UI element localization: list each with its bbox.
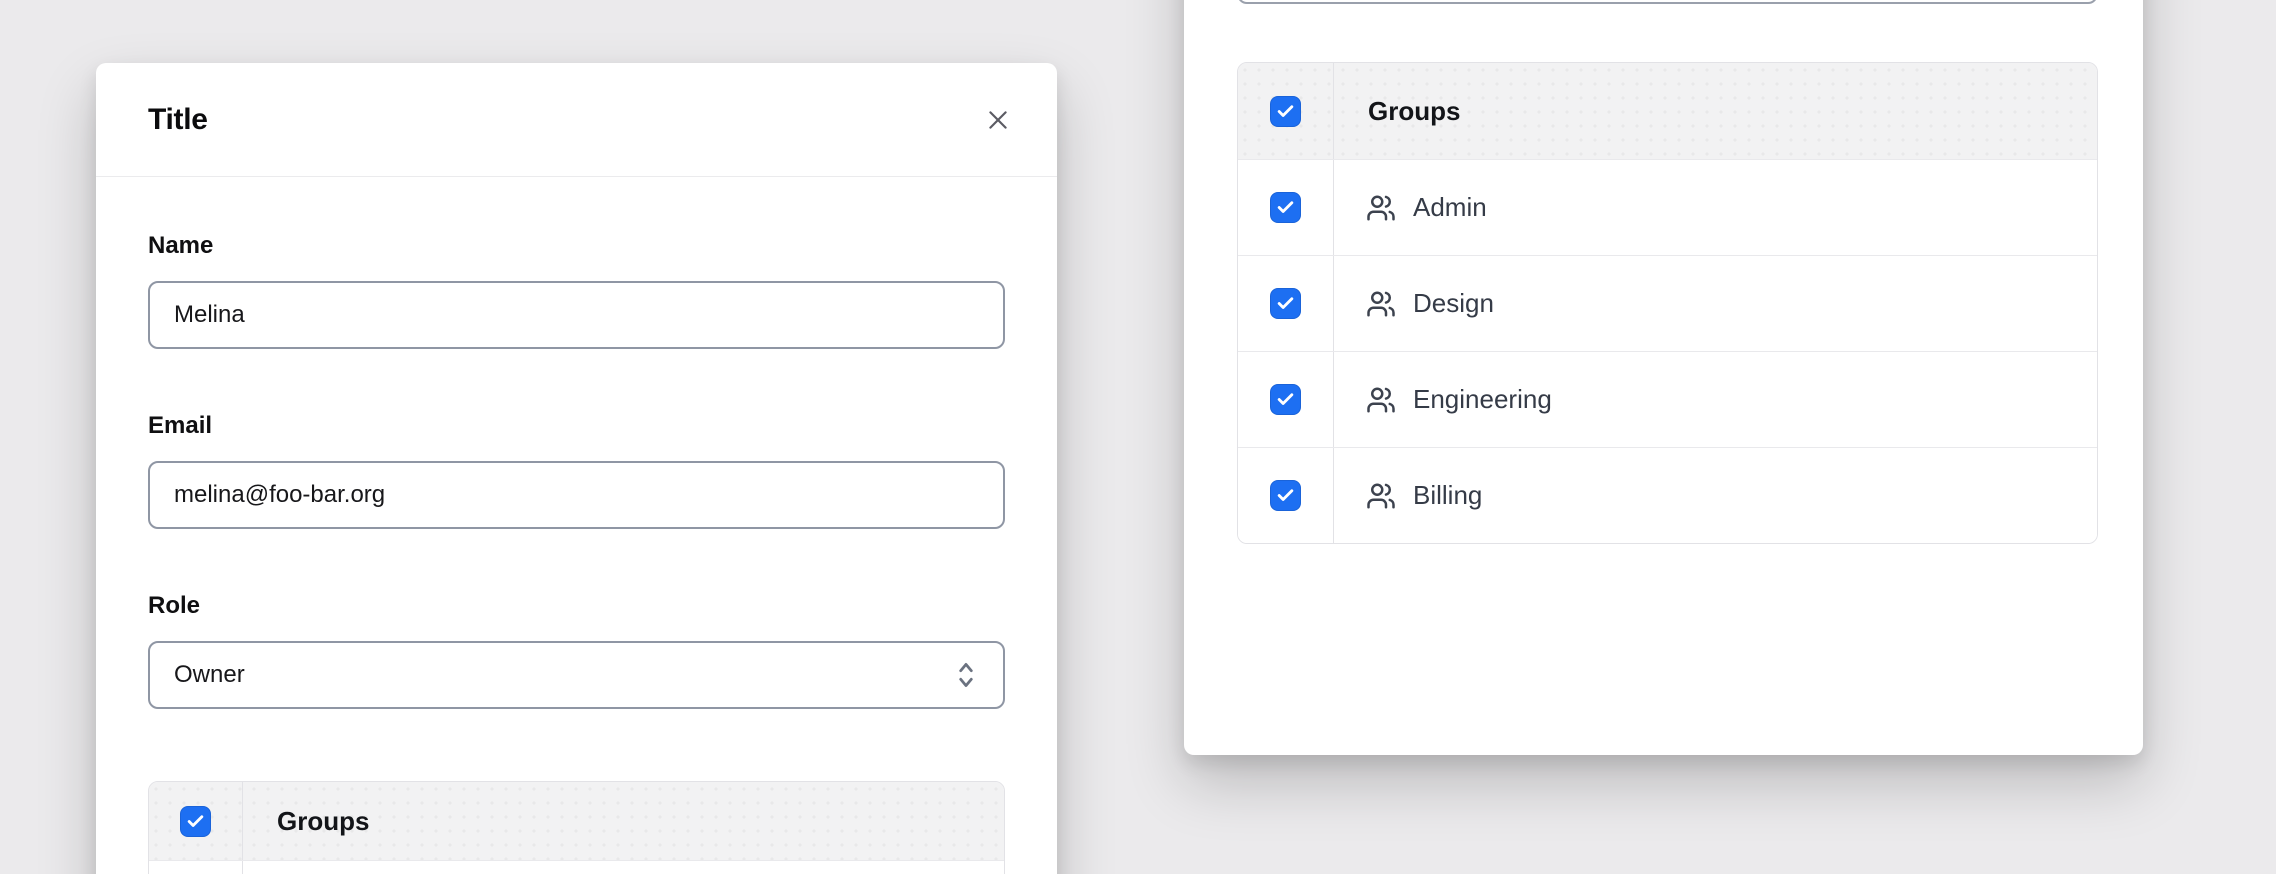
groups-header-cell: Groups xyxy=(1334,63,2097,159)
group-name: Design xyxy=(1413,288,1494,319)
select-all-cell xyxy=(149,782,243,860)
group-name: Billing xyxy=(1413,480,1482,511)
groups-panel-dialog: Groups xyxy=(1184,0,2143,755)
dialog-header: Title xyxy=(96,63,1057,177)
check-icon xyxy=(1276,294,1295,313)
table-row xyxy=(149,860,1004,874)
name-label: Name xyxy=(148,231,1005,261)
group-name: Admin xyxy=(1413,192,1487,223)
dialog-body: Name Email Role Owner xyxy=(96,177,1057,874)
groups-table-header: Groups xyxy=(1238,63,2097,159)
groups-column-header: Groups xyxy=(277,806,369,837)
close-button[interactable] xyxy=(981,103,1015,137)
group-checkbox[interactable] xyxy=(1270,480,1301,511)
role-field-group: Role Owner xyxy=(148,591,1005,709)
users-icon xyxy=(1366,481,1396,511)
select-all-checkbox[interactable] xyxy=(1270,96,1301,127)
users-icon xyxy=(1366,385,1396,415)
group-name: Engineering xyxy=(1413,384,1552,415)
select-all-cell xyxy=(1238,63,1334,159)
check-icon xyxy=(1276,390,1295,409)
chevrons-up-down-icon xyxy=(953,658,979,692)
dialog-title: Title xyxy=(148,103,208,137)
role-select-value: Owner xyxy=(174,661,245,689)
groups-column-header: Groups xyxy=(1368,96,1460,127)
group-row-engineering: Engineering xyxy=(1238,351,2097,447)
group-row-design: Design xyxy=(1238,255,2097,351)
email-field-group: Email xyxy=(148,411,1005,529)
check-icon xyxy=(186,812,205,831)
role-select-partial[interactable] xyxy=(1237,0,2098,4)
edit-user-dialog: Title Name Email Role Owner xyxy=(96,63,1057,874)
group-row-admin: Admin xyxy=(1238,159,2097,255)
group-row-billing: Billing xyxy=(1238,447,2097,543)
select-all-checkbox[interactable] xyxy=(180,806,211,837)
users-icon xyxy=(1366,289,1396,319)
groups-table-large: Groups xyxy=(1237,62,2098,544)
groups-table: Groups xyxy=(148,781,1005,874)
role-select[interactable]: Owner xyxy=(148,641,1005,709)
users-icon xyxy=(1366,193,1396,223)
role-label: Role xyxy=(148,591,1005,621)
name-input[interactable] xyxy=(148,281,1005,349)
email-label: Email xyxy=(148,411,1005,441)
groups-table-header: Groups xyxy=(149,782,1004,860)
groups-header-cell: Groups xyxy=(243,782,1004,860)
group-checkbox[interactable] xyxy=(1270,384,1301,415)
check-icon xyxy=(1276,486,1295,505)
check-icon xyxy=(1276,198,1295,217)
close-icon xyxy=(985,107,1011,133)
email-input[interactable] xyxy=(148,461,1005,529)
check-icon xyxy=(1276,102,1295,121)
page-background: Title Name Email Role Owner xyxy=(0,0,2276,874)
name-field-group: Name xyxy=(148,231,1005,349)
group-checkbox[interactable] xyxy=(1270,192,1301,223)
group-checkbox[interactable] xyxy=(1270,288,1301,319)
